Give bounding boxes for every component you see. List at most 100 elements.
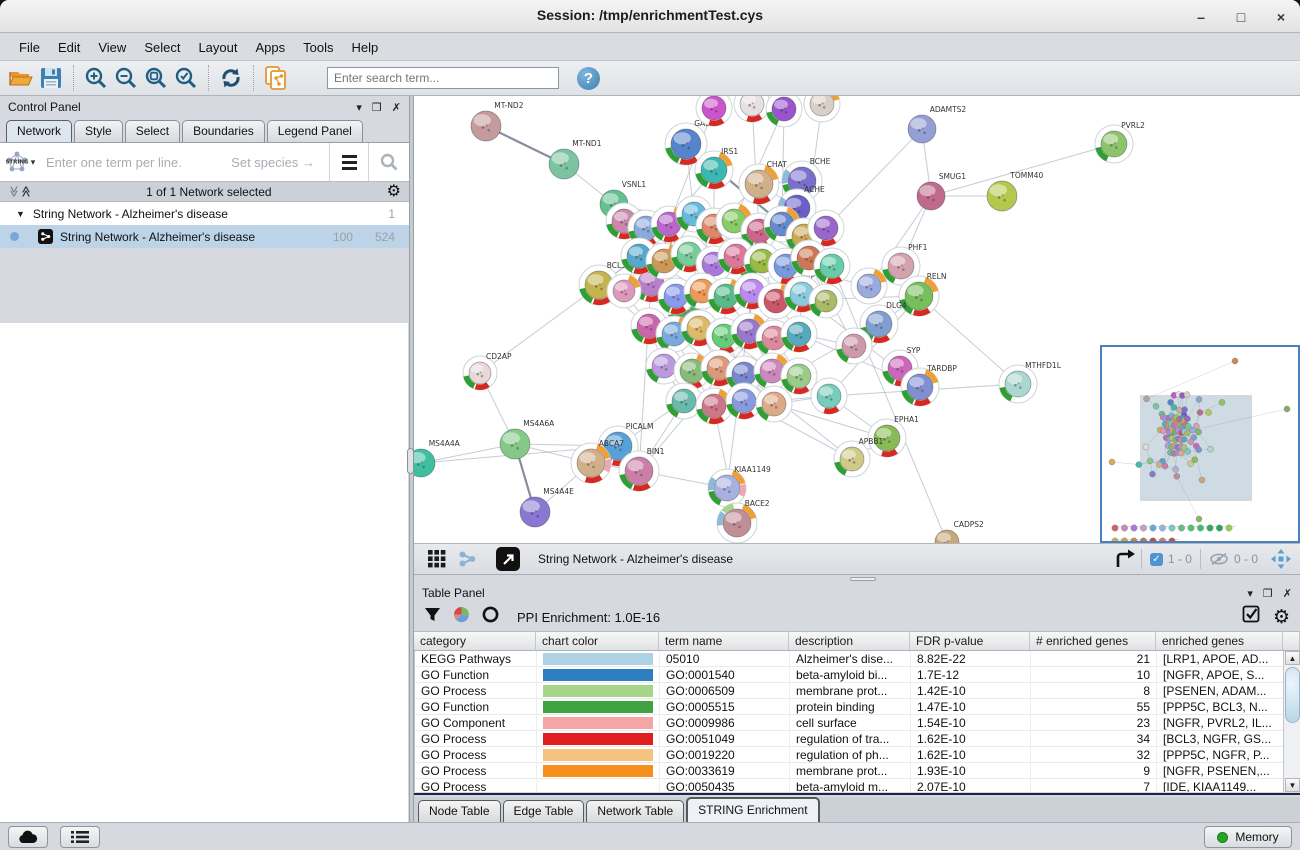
menu-layout[interactable]: Layout xyxy=(189,36,246,59)
string-options-icon[interactable] xyxy=(330,155,368,170)
network-from-file-icon[interactable] xyxy=(261,64,291,92)
table-row[interactable]: GO ProcessGO:0019220regulation of ph...1… xyxy=(415,747,1300,763)
network-node[interactable]: MS4A4E xyxy=(520,487,574,527)
zoom-selected-icon[interactable] xyxy=(171,64,201,92)
network-node[interactable]: EPHA1 xyxy=(868,415,919,457)
network-node[interactable]: ADAMTS2 xyxy=(908,105,966,143)
hidden-count-badge[interactable]: 0 - 0 xyxy=(1209,552,1258,566)
menu-view[interactable]: View xyxy=(89,36,135,59)
table-scrollbar[interactable]: ▲ ▼ xyxy=(1283,651,1300,792)
network-node[interactable]: MS4A6A xyxy=(500,419,555,459)
task-history-button[interactable] xyxy=(60,826,100,848)
maximize-button[interactable]: □ xyxy=(1232,9,1250,25)
tab-network-table[interactable]: Network Table xyxy=(586,800,684,822)
network-node[interactable] xyxy=(607,274,641,308)
pie-chart-icon[interactable] xyxy=(453,606,470,628)
network-node[interactable]: CADPS2 xyxy=(935,520,984,543)
tab-style[interactable]: Style xyxy=(74,120,123,142)
network-node[interactable]: MS4A4A xyxy=(414,439,461,477)
menu-help[interactable]: Help xyxy=(343,36,388,59)
species-hint[interactable]: Set species → xyxy=(231,155,315,170)
network-node[interactable] xyxy=(851,268,887,304)
network-node[interactable]: MT-ND2 xyxy=(471,101,524,141)
network-node[interactable] xyxy=(734,96,770,122)
network-node[interactable]: SMUG1 xyxy=(917,172,966,210)
horizontal-splitter[interactable] xyxy=(414,575,1300,583)
column-header-FDR-p-value[interactable]: FDR p-value xyxy=(910,631,1030,651)
horizontal-splitter-grip[interactable] xyxy=(850,577,876,581)
network-node[interactable] xyxy=(781,358,817,394)
open-session-button[interactable] xyxy=(6,64,36,92)
column-header-description[interactable]: description xyxy=(789,631,910,651)
table-row[interactable]: GO ProcessGO:0050435beta-amyloid m...2.0… xyxy=(415,779,1300,792)
scrollbar-thumb[interactable] xyxy=(1285,667,1300,723)
zoom-out-icon[interactable] xyxy=(111,64,141,92)
menu-file[interactable]: File xyxy=(10,36,49,59)
menu-tools[interactable]: Tools xyxy=(294,36,342,59)
string-view-icon[interactable] xyxy=(452,545,482,573)
network-node[interactable] xyxy=(814,248,850,284)
minimize-button[interactable]: – xyxy=(1192,9,1210,25)
table-panel-float-icon[interactable]: ❒ xyxy=(1263,587,1273,600)
tab-network[interactable]: Network xyxy=(6,120,72,142)
help-icon[interactable]: ? xyxy=(577,67,600,90)
network-options-gear-icon[interactable]: ⚙ xyxy=(387,184,401,200)
network-node[interactable]: MTHFD1L xyxy=(999,361,1062,403)
network-node[interactable] xyxy=(766,96,802,127)
network-node[interactable] xyxy=(809,284,843,318)
panel-float-icon[interactable]: ❒ xyxy=(372,101,382,114)
table-row[interactable]: GO FunctionGO:0005515protein binding1.47… xyxy=(415,699,1300,715)
network-canvas[interactable]: MT-ND2MT-ND1VSNL1GAB2IRS1ADAMTS2PVRL2TOM… xyxy=(414,96,1300,543)
select-rows-icon[interactable] xyxy=(1242,605,1261,629)
menu-select[interactable]: Select xyxy=(135,36,189,59)
table-row[interactable]: GO ProcessGO:0006509membrane prot...1.42… xyxy=(415,683,1300,699)
zoom-fit-icon[interactable] xyxy=(141,64,171,92)
table-panel-close-icon[interactable]: ✗ xyxy=(1283,587,1292,600)
table-row[interactable]: KEGG Pathways05010Alzheimer's dise...8.8… xyxy=(415,651,1300,667)
refresh-icon[interactable] xyxy=(216,64,246,92)
network-node[interactable] xyxy=(756,386,792,422)
export-network-icon[interactable] xyxy=(1111,545,1141,573)
tab-boundaries[interactable]: Boundaries xyxy=(182,120,265,142)
string-logo-icon[interactable]: STRING ▾ xyxy=(0,143,40,181)
tab-edge-table[interactable]: Edge Table xyxy=(503,800,585,822)
table-row[interactable]: GO ProcessGO:0051049regulation of tra...… xyxy=(415,731,1300,747)
column-header-enriched-genes[interactable]: enriched genes xyxy=(1156,631,1283,651)
network-node[interactable]: TOMM40 xyxy=(987,171,1043,211)
column-header-chart-color[interactable]: chart color xyxy=(536,631,659,651)
network-node[interactable] xyxy=(811,378,847,414)
network-node[interactable]: APBB1 xyxy=(834,437,884,477)
table-settings-gear-icon[interactable]: ⚙ xyxy=(1273,608,1290,627)
tab-select[interactable]: Select xyxy=(125,120,180,142)
scroll-up-icon[interactable]: ▲ xyxy=(1285,651,1300,665)
search-input[interactable] xyxy=(327,67,559,89)
string-query-input[interactable]: Enter one term per line. xyxy=(40,155,231,170)
column-header-category[interactable]: category xyxy=(414,631,536,651)
zoom-in-icon[interactable] xyxy=(81,64,111,92)
ring-chart-icon[interactable] xyxy=(482,606,499,628)
memory-button[interactable]: Memory xyxy=(1204,826,1292,848)
tab-node-table[interactable]: Node Table xyxy=(418,800,501,822)
column-header--enriched-genes[interactable]: # enriched genes xyxy=(1030,631,1156,651)
string-search-icon[interactable] xyxy=(369,152,409,172)
network-node[interactable]: MT-ND1 xyxy=(549,139,602,179)
table-panel-menu-icon[interactable]: ▾ xyxy=(1247,587,1253,600)
scroll-down-icon[interactable]: ▼ xyxy=(1285,778,1300,792)
open-in-string-icon[interactable] xyxy=(496,547,520,571)
column-header-term-name[interactable]: term name xyxy=(659,631,789,651)
table-row[interactable]: GO ProcessGO:0033619membrane prot...1.93… xyxy=(415,763,1300,779)
panel-menu-icon[interactable]: ▾ xyxy=(356,101,362,114)
network-node[interactable]: PVRL2 xyxy=(1095,121,1145,163)
automation-cloud-button[interactable] xyxy=(8,826,48,848)
network-node[interactable]: CD2AP xyxy=(463,352,512,390)
save-session-button[interactable] xyxy=(36,64,66,92)
panel-close-icon[interactable]: ✗ xyxy=(392,101,401,114)
close-button[interactable]: × xyxy=(1272,9,1290,25)
network-node[interactable] xyxy=(781,316,817,352)
tree-expand-icon[interactable]: ▼ xyxy=(16,209,25,219)
network-node[interactable] xyxy=(804,96,840,122)
network-node[interactable] xyxy=(696,96,732,126)
tab-string-enrichment[interactable]: STRING Enrichment xyxy=(686,797,819,822)
filter-icon[interactable] xyxy=(424,607,441,628)
table-row[interactable]: GO FunctionGO:0001540beta-amyloid bi...1… xyxy=(415,667,1300,683)
